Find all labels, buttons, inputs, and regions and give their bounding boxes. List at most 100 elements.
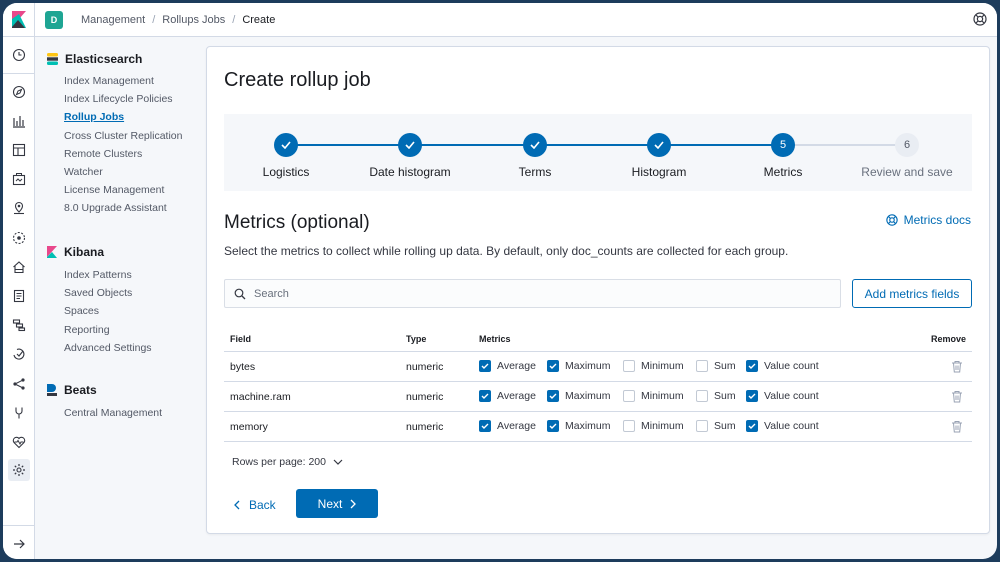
metric-sum-checkbox[interactable]: Sum bbox=[696, 360, 736, 372]
uptime-icon[interactable] bbox=[12, 347, 26, 361]
machine-learning-icon[interactable] bbox=[12, 231, 26, 245]
metrics-table: Field Type Metrics Remove bytes numeric … bbox=[224, 326, 972, 442]
trash-icon[interactable] bbox=[951, 360, 963, 373]
recent-clock-icon[interactable] bbox=[12, 48, 26, 62]
visualize-chart-icon[interactable] bbox=[12, 114, 26, 128]
step-terms[interactable]: Terms bbox=[473, 133, 597, 179]
sidenav-item-watcher[interactable]: Watcher bbox=[64, 163, 182, 181]
table-row: bytes numeric Average Maximum Minimum Su… bbox=[224, 352, 972, 382]
sidenav-item-upgrade-assistant[interactable]: 8.0 Upgrade Assistant bbox=[64, 199, 182, 217]
beats-logo-icon bbox=[47, 384, 57, 396]
metric-sum-checkbox[interactable]: Sum bbox=[696, 390, 736, 402]
breadcrumb-rollup-jobs[interactable]: Rollups Jobs bbox=[162, 14, 225, 26]
metric-maximum-checkbox[interactable]: Maximum bbox=[547, 360, 611, 372]
field-name: memory bbox=[230, 421, 268, 433]
sidenav-item-advanced-settings[interactable]: Advanced Settings bbox=[64, 339, 152, 357]
next-button[interactable]: Next bbox=[296, 489, 378, 518]
sidenav-item-index-lifecycle-policies[interactable]: Index Lifecycle Policies bbox=[64, 90, 182, 108]
column-header-field[interactable]: Field bbox=[230, 326, 251, 352]
step-number: 6 bbox=[895, 133, 919, 157]
sidenav-group-title: Beats bbox=[47, 382, 162, 398]
top-header: D Management / Rollups Jobs / Create bbox=[3, 3, 997, 37]
management-gear-icon[interactable] bbox=[12, 463, 26, 477]
field-name: machine.ram bbox=[230, 391, 291, 403]
trash-icon[interactable] bbox=[951, 390, 963, 403]
field-type: numeric bbox=[406, 421, 444, 433]
metrics-docs-link[interactable]: Metrics docs bbox=[885, 213, 971, 227]
metric-value-count-checkbox[interactable]: Value count bbox=[746, 390, 819, 402]
column-header-type[interactable]: Type bbox=[406, 326, 426, 352]
breadcrumb-current: Create bbox=[242, 13, 276, 26]
help-icon bbox=[885, 214, 898, 226]
chevron-right-icon bbox=[350, 499, 357, 508]
kibana-logo[interactable] bbox=[3, 3, 35, 37]
graph-icon[interactable] bbox=[12, 377, 26, 391]
back-button[interactable]: Back bbox=[234, 491, 276, 519]
sidenav-item-central-management[interactable]: Central Management bbox=[64, 404, 162, 422]
step-label: Terms bbox=[518, 165, 552, 179]
checkbox-checked-icon bbox=[746, 420, 758, 432]
apm-icon[interactable] bbox=[12, 318, 26, 332]
metric-minimum-checkbox[interactable]: Minimum bbox=[623, 390, 684, 402]
sidenav-item-remote-clusters[interactable]: Remote Clusters bbox=[64, 145, 182, 163]
checkbox-checked-icon bbox=[746, 390, 758, 402]
metric-label: Maximum bbox=[565, 390, 611, 402]
help-icon[interactable] bbox=[973, 12, 987, 26]
checkbox-unchecked-icon bbox=[696, 420, 708, 432]
check-icon bbox=[274, 133, 298, 157]
dev-tools-icon[interactable] bbox=[12, 406, 26, 420]
step-logistics[interactable]: Logistics bbox=[224, 133, 348, 179]
logs-icon[interactable] bbox=[12, 289, 26, 303]
metric-average-checkbox[interactable]: Average bbox=[479, 390, 536, 402]
check-icon bbox=[523, 133, 547, 157]
metric-value-count-checkbox[interactable]: Value count bbox=[746, 360, 819, 372]
rows-per-page-label: Rows per page: 200 bbox=[232, 456, 326, 468]
sidenav-item-spaces[interactable]: Spaces bbox=[64, 302, 152, 320]
breadcrumb-separator: / bbox=[152, 13, 156, 26]
rows-per-page-selector[interactable]: Rows per page: 200 bbox=[232, 456, 343, 468]
metric-minimum-checkbox[interactable]: Minimum bbox=[623, 360, 684, 372]
metric-minimum-checkbox[interactable]: Minimum bbox=[623, 420, 684, 432]
breadcrumb-management[interactable]: Management bbox=[81, 14, 145, 26]
trash-icon[interactable] bbox=[951, 420, 963, 433]
table-row: machine.ram numeric Average Maximum Mini… bbox=[224, 382, 972, 412]
step-date-histogram[interactable]: Date histogram bbox=[348, 133, 472, 179]
monitoring-icon[interactable] bbox=[12, 435, 26, 449]
sidenav-item-license-management[interactable]: License Management bbox=[64, 181, 182, 199]
step-metrics[interactable]: 5 Metrics bbox=[721, 133, 845, 179]
metric-maximum-checkbox[interactable]: Maximum bbox=[547, 390, 611, 402]
sidenav-item-index-patterns[interactable]: Index Patterns bbox=[64, 266, 152, 284]
metric-label: Value count bbox=[764, 390, 819, 402]
metric-label: Sum bbox=[714, 420, 736, 432]
metric-label: Maximum bbox=[565, 420, 611, 432]
add-metrics-fields-button[interactable]: Add metrics fields bbox=[852, 279, 972, 308]
step-review-and-save[interactable]: 6 Review and save bbox=[845, 133, 969, 179]
sidenav-item-index-management[interactable]: Index Management bbox=[64, 72, 182, 90]
chevron-down-icon bbox=[333, 459, 343, 465]
metric-label: Minimum bbox=[641, 420, 684, 432]
expand-nav-arrow-icon[interactable] bbox=[12, 537, 26, 551]
metric-average-checkbox[interactable]: Average bbox=[479, 360, 536, 372]
dashboard-icon[interactable] bbox=[12, 143, 26, 157]
table-header: Field Type Metrics Remove bbox=[224, 326, 972, 352]
sidenav-item-rollup-jobs[interactable]: Rollup Jobs bbox=[64, 108, 182, 126]
maps-icon[interactable] bbox=[12, 201, 26, 215]
discover-compass-icon[interactable] bbox=[12, 85, 26, 99]
step-histogram[interactable]: Histogram bbox=[597, 133, 721, 179]
space-avatar[interactable]: D bbox=[45, 10, 63, 29]
metric-maximum-checkbox[interactable]: Maximum bbox=[547, 420, 611, 432]
sidenav-item-saved-objects[interactable]: Saved Objects bbox=[64, 284, 152, 302]
canvas-icon[interactable] bbox=[12, 172, 26, 186]
sidenav-item-reporting[interactable]: Reporting bbox=[64, 321, 152, 339]
metric-sum-checkbox[interactable]: Sum bbox=[696, 420, 736, 432]
chevron-left-icon bbox=[234, 500, 240, 510]
metric-value-count-checkbox[interactable]: Value count bbox=[746, 420, 819, 432]
infrastructure-icon[interactable] bbox=[12, 260, 26, 274]
search-field[interactable] bbox=[224, 279, 841, 308]
metric-average-checkbox[interactable]: Average bbox=[479, 420, 536, 432]
breadcrumb-separator: / bbox=[232, 13, 236, 26]
main-panel: Create rollup job Logistics Date histogr… bbox=[206, 46, 990, 534]
sidenav-item-cross-cluster-replication[interactable]: Cross Cluster Replication bbox=[64, 127, 182, 145]
table-row: memory numeric Average Maximum Minimum S… bbox=[224, 412, 972, 442]
search-input[interactable] bbox=[254, 287, 814, 300]
